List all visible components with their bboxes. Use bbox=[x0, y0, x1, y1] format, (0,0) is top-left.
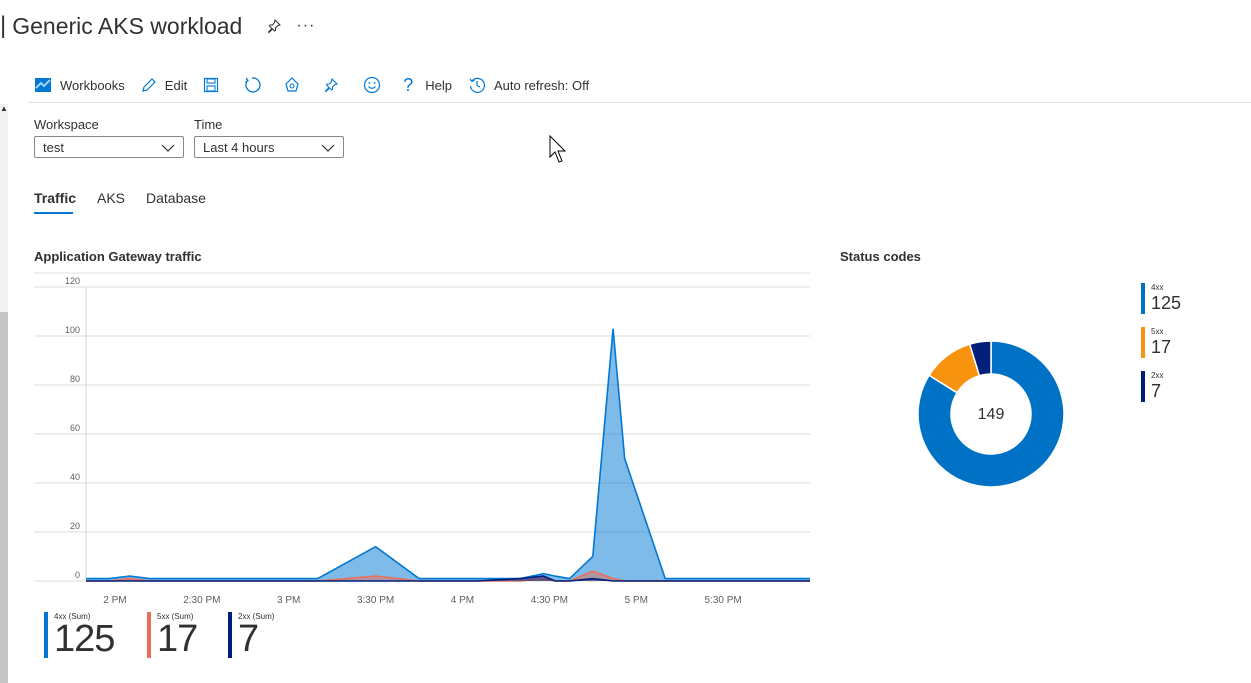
summary-color-bar bbox=[228, 612, 232, 658]
pin-button[interactable] bbox=[323, 77, 339, 93]
summary-value: 125 bbox=[54, 618, 115, 660]
legend-item-5xx: 5xx 17 bbox=[1141, 327, 1171, 358]
workbooks-button[interactable]: Workbooks bbox=[34, 76, 125, 94]
y-tick-label: 120 bbox=[65, 276, 80, 286]
summary-value: 17 bbox=[157, 618, 198, 660]
workspace-label: Workspace bbox=[34, 117, 99, 132]
pin-icon[interactable] bbox=[266, 18, 282, 34]
refresh-icon bbox=[243, 76, 261, 94]
time-label: Time bbox=[194, 117, 223, 132]
legend-value: 17 bbox=[1151, 337, 1172, 357]
workspace-dropdown[interactable]: test bbox=[34, 136, 184, 158]
y-tick-label: 0 bbox=[75, 570, 80, 580]
legend-color-bar bbox=[1141, 371, 1145, 402]
left-scrollbar-thumb[interactable] bbox=[0, 312, 8, 683]
x-tick-label: 4 PM bbox=[451, 595, 474, 606]
workbooks-icon bbox=[34, 76, 52, 94]
page-title: Generic AKS workload bbox=[12, 12, 243, 39]
time-value: Last 4 hours bbox=[203, 139, 275, 155]
tab-traffic[interactable]: Traffic bbox=[34, 190, 76, 206]
tab-selected-indicator bbox=[34, 212, 73, 214]
series-line bbox=[86, 328, 810, 580]
summary-tile-2xx: 2xx (Sum) 7 bbox=[228, 612, 274, 658]
summary-color-bar bbox=[147, 612, 151, 658]
customize-icon bbox=[283, 76, 301, 94]
summary-tile-5xx: 5xx (Sum) 17 bbox=[147, 612, 198, 660]
scroll-up-arrow-icon[interactable]: ▲ bbox=[0, 104, 8, 113]
workbooks-label: Workbooks bbox=[60, 77, 125, 93]
chevron-down-icon bbox=[321, 140, 335, 155]
history-icon bbox=[468, 76, 486, 94]
edit-button[interactable]: Edit bbox=[141, 77, 187, 93]
traffic-area-chart: 120 100 80 60 40 20 0 2 PM 2:30 PM 3 PM 3:30 PM 4 … bbox=[34, 272, 810, 606]
series-area bbox=[86, 328, 810, 581]
pin-icon bbox=[323, 77, 339, 93]
chart-areas bbox=[86, 328, 810, 582]
traffic-chart-title: Application Gateway traffic bbox=[34, 249, 202, 264]
legend-label: 5xx bbox=[1151, 327, 1164, 336]
tab-aks[interactable]: AKS bbox=[97, 190, 125, 206]
y-tick-label: 60 bbox=[70, 423, 80, 433]
y-axis-ticks: 120 100 80 60 40 20 0 bbox=[65, 276, 80, 580]
x-tick-label: 2 PM bbox=[103, 595, 126, 606]
legend-item-2xx: 2xx 7 bbox=[1141, 371, 1163, 402]
legend-color-bar bbox=[1141, 283, 1145, 314]
legend-item-4xx: 4xx 125 bbox=[1141, 283, 1181, 314]
more-options-button[interactable]: ··· bbox=[296, 17, 315, 35]
edit-icon bbox=[141, 77, 157, 93]
y-tick-label: 20 bbox=[70, 521, 80, 531]
summary-value: 7 bbox=[238, 618, 259, 660]
donut-center-total: 149 bbox=[978, 406, 1005, 423]
x-tick-label: 3:30 PM bbox=[357, 595, 394, 606]
y-tick-label: 100 bbox=[65, 325, 80, 335]
time-dropdown[interactable]: Last 4 hours bbox=[194, 136, 344, 158]
x-tick-label: 5:30 PM bbox=[704, 595, 741, 606]
x-tick-label: 3 PM bbox=[277, 595, 300, 606]
help-icon: ? bbox=[403, 75, 414, 95]
refresh-button[interactable] bbox=[243, 76, 261, 94]
toolbar: Workbooks Edit ? Help Auto refresh: Off bbox=[34, 72, 589, 98]
save-button[interactable] bbox=[203, 77, 219, 93]
mouse-cursor-icon bbox=[549, 134, 569, 170]
summary-tile-4xx: 4xx (Sum) 125 bbox=[44, 612, 115, 660]
help-label: Help bbox=[425, 77, 452, 93]
legend-label: 4xx bbox=[1151, 283, 1164, 292]
feedback-icon bbox=[363, 76, 381, 94]
auto-refresh-label: Auto refresh: Off bbox=[493, 77, 590, 93]
customize-button[interactable] bbox=[283, 76, 301, 94]
summary-color-bar bbox=[44, 612, 48, 658]
help-button[interactable]: ? Help bbox=[403, 76, 452, 94]
edit-label: Edit bbox=[164, 77, 188, 93]
x-axis-ticks: 2 PM 2:30 PM 3 PM 3:30 PM 4 PM 4:30 PM 5 PM 5:3… bbox=[103, 595, 741, 606]
chart-grid bbox=[34, 286, 810, 582]
chevron-down-icon bbox=[161, 140, 175, 155]
title-separator: | bbox=[0, 12, 7, 39]
title-bar: | Generic AKS workload ··· bbox=[0, 8, 315, 44]
y-tick-label: 40 bbox=[70, 472, 80, 482]
toolbar-divider bbox=[28, 102, 1251, 103]
x-tick-label: 4:30 PM bbox=[531, 595, 568, 606]
y-tick-label: 80 bbox=[70, 374, 80, 384]
legend-value: 7 bbox=[1151, 381, 1162, 401]
auto-refresh-button[interactable]: Auto refresh: Off bbox=[468, 76, 589, 94]
status-codes-title: Status codes bbox=[840, 249, 921, 264]
x-tick-label: 2:30 PM bbox=[183, 595, 220, 606]
save-icon bbox=[203, 77, 219, 93]
legend-value: 125 bbox=[1151, 293, 1182, 313]
x-tick-label: 5 PM bbox=[625, 595, 648, 606]
workspace-value: test bbox=[43, 139, 64, 155]
legend-label: 2xx bbox=[1151, 371, 1164, 380]
tab-database[interactable]: Database bbox=[146, 190, 206, 206]
legend-color-bar bbox=[1141, 327, 1145, 358]
feedback-button[interactable] bbox=[363, 76, 381, 94]
status-codes-donut-chart: 149 bbox=[917, 340, 1065, 488]
